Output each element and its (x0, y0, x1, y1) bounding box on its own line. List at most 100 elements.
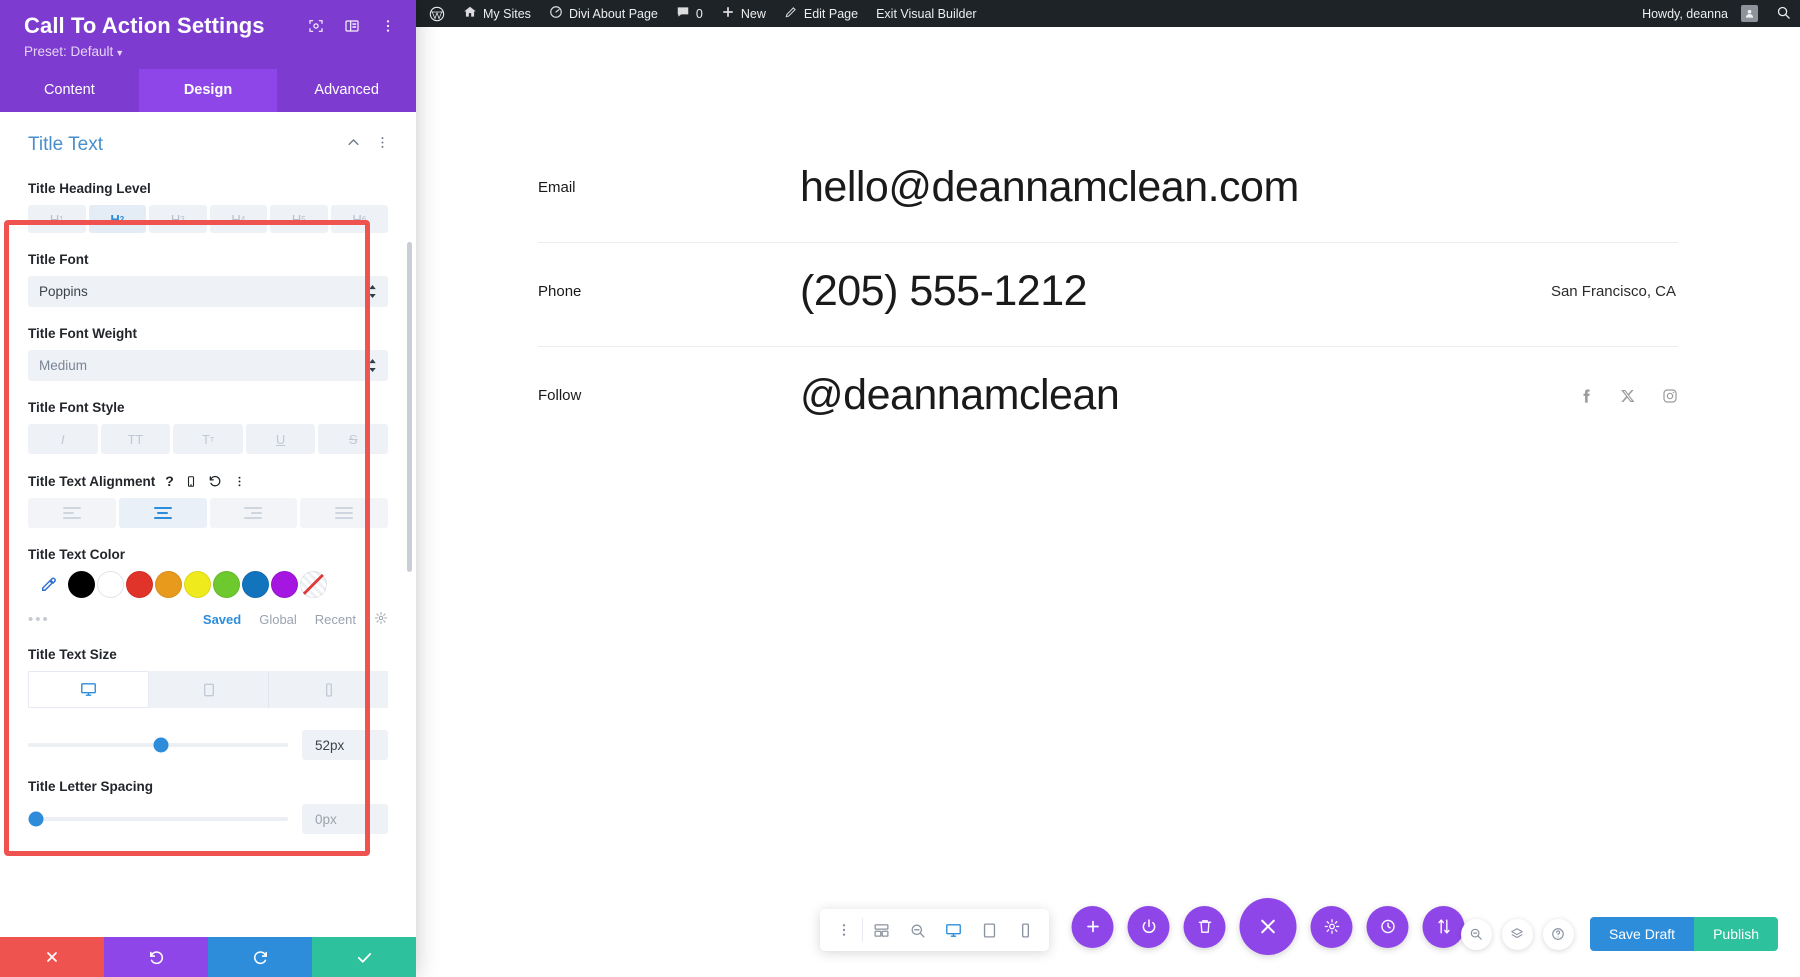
swatch-white[interactable] (97, 571, 124, 598)
instagram-icon[interactable] (1662, 388, 1678, 404)
contact-row-follow[interactable]: Follow @deannamclean (538, 347, 1678, 450)
field-title-text-alignment: Title Text Alignment ? (0, 473, 416, 528)
gear-icon[interactable] (374, 611, 388, 628)
more-vertical-icon[interactable] (380, 18, 396, 39)
layout-icon[interactable] (344, 18, 360, 39)
eyedropper-icon[interactable] (28, 576, 68, 594)
drag-handle-icon[interactable] (826, 909, 862, 951)
chevron-up-icon[interactable] (346, 135, 361, 155)
style-uppercase-icon[interactable]: TT (100, 424, 171, 454)
style-smallcaps-icon[interactable]: Tт (173, 424, 243, 454)
heading-level-h1[interactable]: H1 (28, 205, 86, 233)
desktop-icon[interactable] (28, 671, 149, 708)
layers-icon[interactable] (1501, 918, 1533, 950)
chevron-updown-icon (368, 359, 377, 372)
reset-icon[interactable] (208, 474, 222, 488)
title-font-weight-select[interactable]: Medium (28, 350, 388, 381)
color-more-button[interactable]: ••• (28, 611, 203, 628)
wireframe-icon[interactable] (863, 909, 899, 951)
redo-button[interactable] (208, 937, 312, 977)
sort-arrows-icon[interactable] (1422, 905, 1465, 948)
color-swatches (68, 571, 327, 598)
contact-row-email[interactable]: Email hello@deannamclean.com (538, 139, 1678, 243)
settings-scroll-content: Title Text Title Heading Level H1 H 2 H … (0, 112, 416, 834)
help-icon[interactable]: ? (165, 473, 174, 489)
swatch-red[interactable] (126, 571, 153, 598)
style-italic-icon[interactable]: I (28, 424, 98, 454)
color-tab-recent[interactable]: Recent (315, 612, 356, 627)
publish-controls: Save Draft Publish (1589, 917, 1778, 951)
heading-level-h3[interactable]: H3 (149, 205, 207, 233)
title-text-size-value[interactable]: 52px (302, 730, 388, 760)
add-icon[interactable] (1071, 905, 1114, 948)
wp-item-my-sites[interactable]: My Sites (454, 0, 540, 27)
search-zoom-icon[interactable] (1460, 918, 1492, 950)
wp-item-comments[interactable]: 0 (667, 0, 712, 27)
trash-icon[interactable] (1183, 905, 1226, 948)
swatch-green[interactable] (213, 571, 240, 598)
title-text-size-slider[interactable] (28, 735, 288, 755)
tablet-view-icon[interactable] (971, 909, 1007, 951)
wp-admin-bar-right: Howdy, deanna (1629, 0, 1800, 27)
section-title-text[interactable]: Title Text (0, 112, 416, 162)
power-icon[interactable] (1127, 905, 1170, 948)
x-twitter-icon[interactable] (1620, 388, 1636, 404)
save-button[interactable] (312, 937, 416, 977)
style-strikethrough-icon[interactable]: S (318, 424, 388, 454)
align-justify-button[interactable] (300, 498, 388, 528)
slider-knob[interactable] (153, 737, 169, 753)
title-letter-spacing-slider[interactable] (28, 809, 288, 829)
swatch-none[interactable] (300, 571, 327, 598)
tab-design[interactable]: Design (138, 69, 278, 112)
heading-level-h6[interactable]: H6 (330, 205, 388, 233)
color-tab-global[interactable]: Global (259, 612, 297, 627)
facebook-icon[interactable] (1578, 388, 1594, 404)
publish-button[interactable]: Publish (1694, 917, 1778, 951)
slider-track (28, 817, 288, 821)
undo-button[interactable] (104, 937, 208, 977)
desktop-view-icon[interactable] (935, 909, 971, 951)
slider-knob[interactable] (28, 811, 44, 827)
swatch-black[interactable] (68, 571, 95, 598)
wp-item-exit-visual-builder[interactable]: Exit Visual Builder (867, 0, 986, 27)
more-vertical-icon[interactable] (233, 475, 246, 488)
wp-howdy-menu[interactable]: Howdy, deanna (1629, 0, 1767, 27)
swatch-orange[interactable] (155, 571, 182, 598)
help-circle-icon[interactable] (1542, 918, 1574, 950)
title-letter-spacing-value[interactable]: 0px (302, 804, 388, 834)
align-center-button[interactable] (118, 498, 207, 528)
history-clock-icon[interactable] (1366, 905, 1409, 948)
swatch-blue[interactable] (242, 571, 269, 598)
preset-selector[interactable]: Preset: Default ▼ (24, 44, 396, 59)
save-draft-button[interactable]: Save Draft (1589, 917, 1695, 951)
settings-gear-icon[interactable] (1310, 905, 1353, 948)
heading-level-h4[interactable]: H4 (209, 205, 267, 233)
tablet-icon[interactable] (149, 671, 269, 708)
wp-search-button[interactable] (1767, 0, 1800, 27)
align-left-button[interactable] (28, 498, 116, 528)
heading-level-h2[interactable]: H2 (88, 205, 146, 233)
phone-view-icon[interactable] (1007, 909, 1043, 951)
swatch-purple[interactable] (271, 571, 298, 598)
style-underline-icon[interactable]: U (245, 424, 316, 454)
panel-scrollbar[interactable] (407, 242, 412, 572)
phone-icon[interactable] (269, 671, 388, 708)
title-font-select[interactable]: Poppins (28, 276, 388, 307)
tab-content[interactable]: Content (0, 69, 139, 112)
more-vertical-icon[interactable] (375, 135, 390, 155)
align-right-button[interactable] (209, 498, 298, 528)
wp-logo-button[interactable] (416, 0, 454, 27)
heading-level-h5[interactable]: H5 (270, 205, 328, 233)
swatch-yellow[interactable] (184, 571, 211, 598)
contact-row-phone[interactable]: Phone (205) 555-1212 San Francisco, CA (538, 243, 1678, 347)
wp-item-edit-page[interactable]: Edit Page (775, 0, 867, 27)
tab-advanced[interactable]: Advanced (277, 69, 416, 112)
color-tab-saved[interactable]: Saved (203, 612, 241, 627)
wp-item-new[interactable]: New (712, 0, 775, 27)
cancel-button[interactable] (0, 937, 104, 977)
close-icon[interactable] (1239, 898, 1297, 955)
target-icon[interactable] (308, 18, 324, 39)
mobile-icon[interactable] (185, 474, 197, 489)
wp-item-divi-about-page[interactable]: Divi About Page (540, 0, 667, 27)
zoom-out-icon[interactable] (899, 909, 935, 951)
